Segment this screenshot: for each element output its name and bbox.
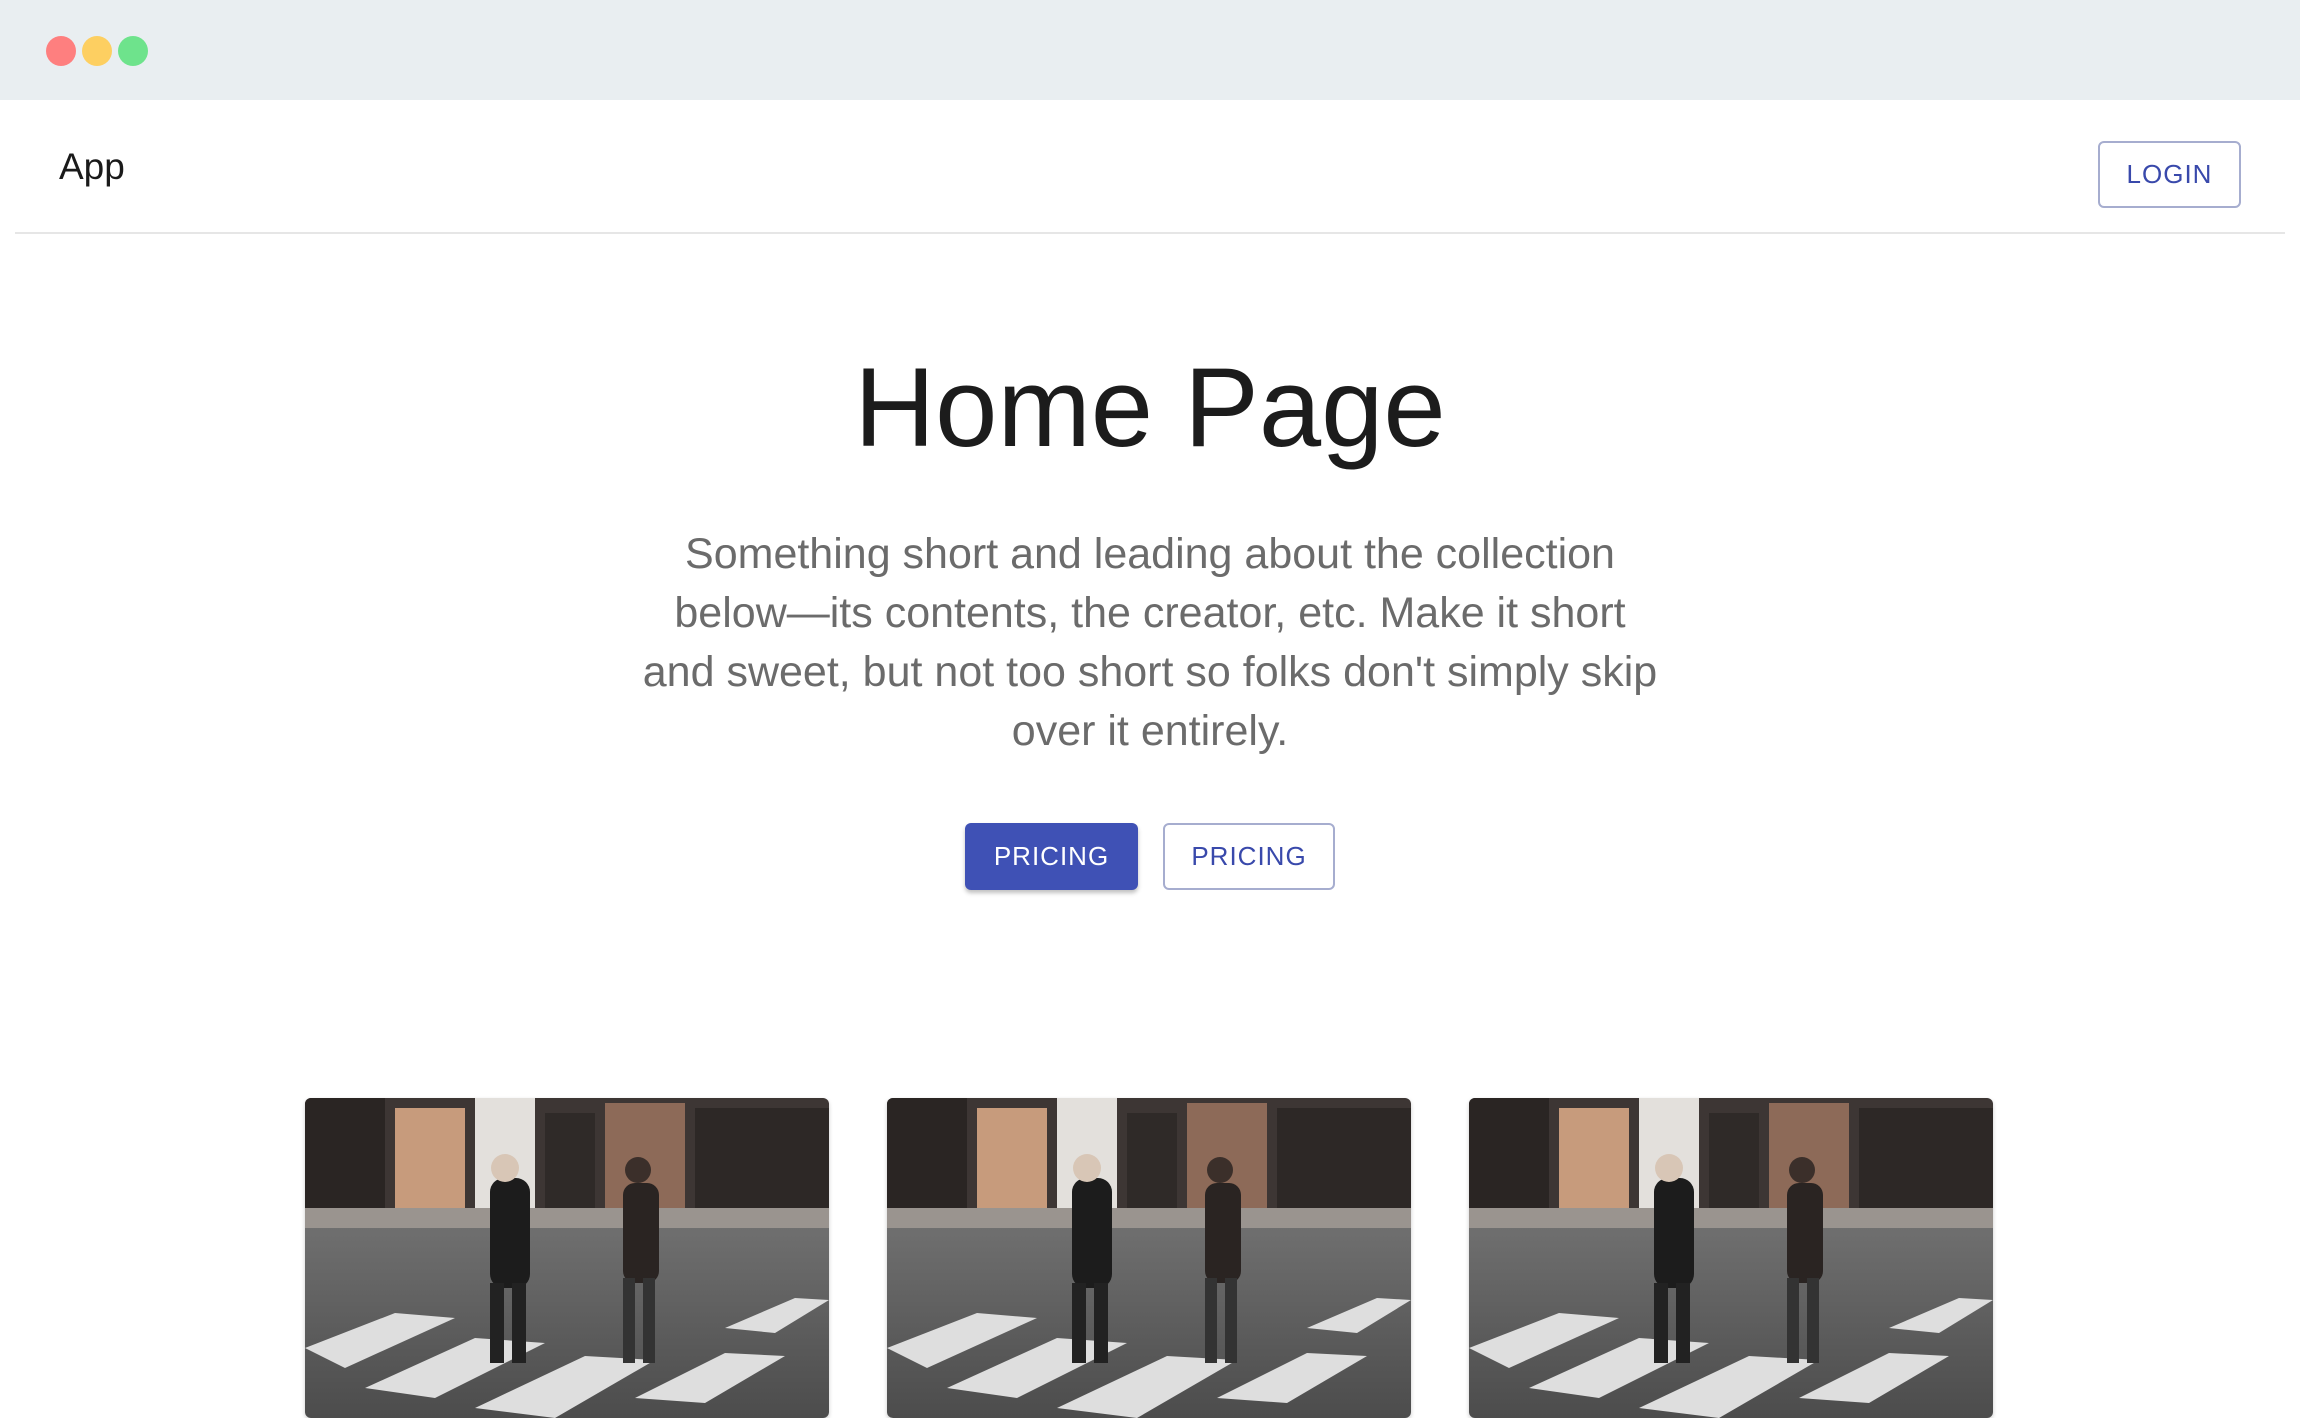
app-bar-divider	[15, 232, 2285, 234]
card-image	[305, 1098, 829, 1418]
hero-actions: PRICING PRICING	[0, 823, 2300, 890]
card[interactable]	[305, 1098, 829, 1418]
pricing-primary-button[interactable]: PRICING	[965, 823, 1138, 890]
card-grid	[305, 1098, 1995, 1418]
browser-chrome	[0, 0, 2300, 100]
page-title: Home Page	[854, 345, 1446, 470]
card-image	[1469, 1098, 1993, 1418]
card-image	[887, 1098, 1411, 1418]
pricing-secondary-button[interactable]: PRICING	[1163, 823, 1335, 890]
app-title: App	[59, 146, 125, 187]
hero-description: Something short and leading about the co…	[642, 530, 1658, 755]
maximize-window-button[interactable]	[118, 36, 148, 66]
card[interactable]	[887, 1098, 1411, 1418]
close-window-button[interactable]	[46, 36, 76, 66]
login-button[interactable]: LOGIN	[2098, 141, 2241, 208]
app-bar: App LOGIN	[0, 100, 2300, 234]
minimize-window-button[interactable]	[82, 36, 112, 66]
card[interactable]	[1469, 1098, 1993, 1418]
